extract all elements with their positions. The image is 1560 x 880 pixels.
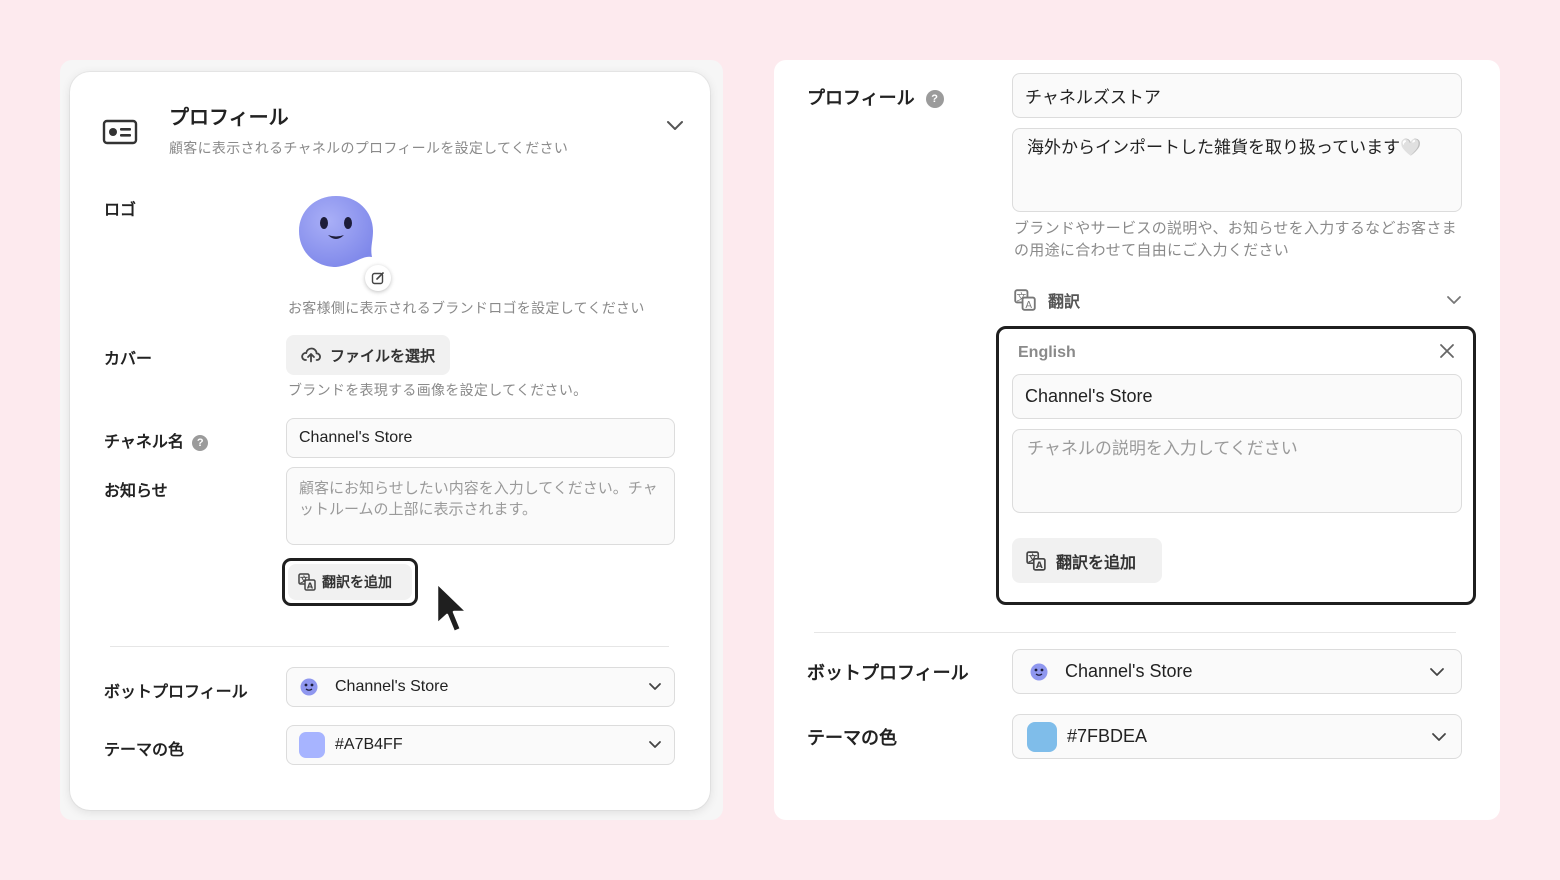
add-translation-label: 翻訳を追加 — [1056, 554, 1137, 572]
language-label: English — [1018, 344, 1076, 361]
close-icon[interactable] — [1439, 343, 1455, 364]
bot-avatar-icon — [1030, 663, 1048, 680]
help-icon[interactable]: ? — [192, 434, 209, 451]
bot-profile-value: Channel's Store — [335, 678, 449, 695]
profile-hint: ブランドやサービスの説明や、お知らせを入力するなどお客さまの用途に合わせて自由に… — [1014, 220, 1457, 259]
add-translation-button[interactable]: 文A 翻訳を追加 — [1012, 538, 1162, 583]
translation-box: English Channel's Store チャネルの説明を入力してください… — [996, 326, 1476, 605]
translation-label: 翻訳 — [1048, 294, 1081, 311]
theme-color-select[interactable]: #A7B4FF — [286, 725, 675, 765]
profile-label: プロフィール ? — [807, 84, 944, 110]
color-swatch — [1027, 721, 1057, 752]
channel-name-field[interactable]: Channel's Store — [286, 418, 675, 458]
bot-profile-value: Channel's Store — [1065, 661, 1193, 681]
theme-color-select[interactable]: #7FBDEA — [1012, 714, 1462, 759]
color-swatch — [299, 732, 325, 758]
chevron-down-icon — [649, 741, 661, 748]
profile-card-icon — [102, 118, 138, 151]
page-subtitle: 顧客に表示されるチャネルのプロフィールを設定してください — [169, 140, 569, 156]
edit-logo-icon[interactable] — [365, 265, 391, 291]
theme-color-value: #A7B4FF — [335, 736, 403, 753]
theme-color-value: #7FBDEA — [1067, 726, 1148, 746]
page-title: プロフィール — [169, 107, 289, 129]
svg-text:A: A — [1025, 300, 1032, 311]
section-divider — [110, 646, 669, 647]
translate-icon: 文A — [1026, 550, 1046, 571]
bot-profile-label: ボットプロフィール — [104, 684, 248, 701]
notice-label: お知らせ — [104, 483, 168, 500]
channel-name-label: チャネル名 ? — [104, 428, 209, 452]
right-panel: プロフィール ? チャネルズストア 海外からインポートした雑貨を取り扱っています… — [774, 60, 1500, 820]
chevron-down-icon — [1432, 732, 1446, 741]
choose-file-button[interactable]: ファイルを選択 — [286, 335, 450, 375]
bot-profile-label: ボットプロフィール — [807, 663, 969, 683]
translate-icon: 文A — [298, 573, 316, 591]
profile-description-textarea[interactable]: 海外からインポートした雑貨を取り扱っています🤍 — [1012, 128, 1462, 212]
notice-textarea[interactable]: 顧客にお知らせしたい内容を入力してください。チャットルームの上部に表示されます。 — [286, 467, 675, 545]
chevron-down-icon — [1447, 296, 1461, 304]
bot-profile-select[interactable]: Channel's Store — [1012, 649, 1462, 694]
profile-settings-card: プロフィール 顧客に表示されるチャネルのプロフィールを設定してください ロゴ お… — [70, 72, 710, 810]
collapse-chevron-icon[interactable] — [666, 118, 684, 136]
theme-color-label: テーマの色 — [104, 742, 185, 759]
add-translation-label: 翻訳を追加 — [322, 574, 392, 590]
translate-icon: 文A — [1014, 289, 1036, 311]
cover-label: カバー — [104, 351, 153, 368]
chevron-down-icon — [649, 683, 661, 690]
mouse-cursor-icon — [434, 580, 470, 641]
translation-name-field[interactable]: Channel's Store — [1012, 374, 1462, 419]
section-divider — [814, 632, 1456, 633]
cloud-upload-icon — [301, 347, 321, 363]
translation-description-textarea[interactable]: チャネルの説明を入力してください — [1012, 429, 1462, 513]
translation-header[interactable]: 文A 翻訳 — [1014, 288, 1462, 312]
logo-hint: お客様側に表示されるブランドロゴを設定してください — [288, 300, 645, 316]
add-translation-button[interactable]: 文A 翻訳を追加 — [288, 564, 412, 600]
bot-avatar-icon — [300, 678, 318, 696]
chevron-down-icon — [1430, 667, 1444, 676]
logo-label: ロゴ — [104, 202, 137, 219]
cover-hint: ブランドを表現する画像を設定してください。 — [288, 382, 588, 398]
bot-profile-select[interactable]: Channel's Store — [286, 667, 675, 707]
profile-name-field[interactable]: チャネルズストア — [1012, 73, 1462, 118]
svg-text:A: A — [307, 582, 314, 591]
choose-file-label: ファイルを選択 — [330, 347, 436, 365]
theme-color-label: テーマの色 — [807, 728, 897, 748]
help-icon[interactable]: ? — [925, 90, 944, 109]
logo-avatar[interactable] — [296, 193, 380, 280]
svg-text:A: A — [1036, 561, 1043, 571]
